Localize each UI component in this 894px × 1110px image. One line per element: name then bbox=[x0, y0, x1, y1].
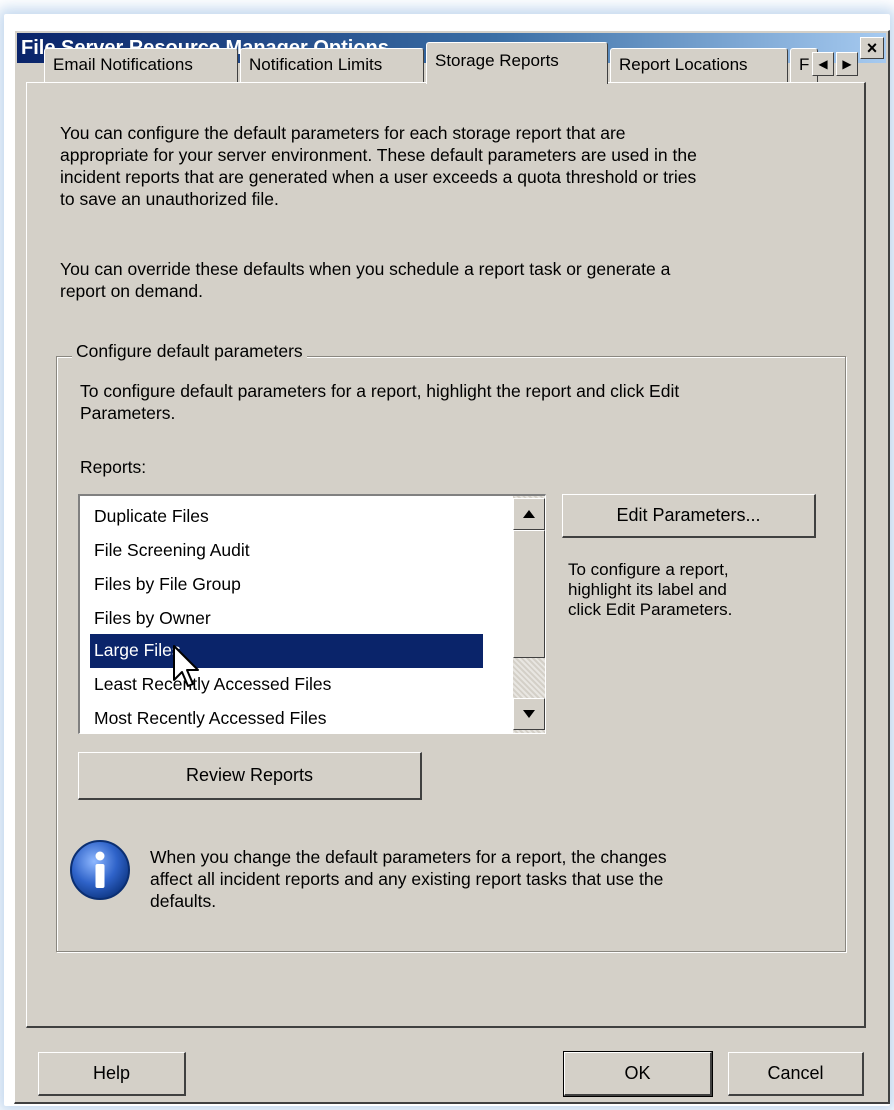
intro-line: incident reports that are generated when… bbox=[60, 167, 697, 187]
info-line: affect all incident reports and any exis… bbox=[150, 869, 664, 889]
tab-label: Notification Limits bbox=[249, 55, 383, 74]
edit-parameters-button[interactable]: Edit Parameters... bbox=[562, 494, 816, 538]
info-icon bbox=[70, 840, 130, 900]
tab-email-notifications[interactable]: Email Notifications bbox=[44, 48, 238, 82]
instruction-line: To configure default parameters for a re… bbox=[80, 381, 680, 401]
tab-label: Report Locations bbox=[619, 55, 748, 74]
reports-listbox[interactable]: Duplicate Files File Screening Audit Fil… bbox=[78, 494, 546, 734]
intro-line: You can configure the default parameters… bbox=[60, 123, 626, 143]
tab-scroll-left-button[interactable]: ◀ bbox=[812, 52, 834, 76]
list-item[interactable]: Least Recently Accessed Files bbox=[90, 668, 483, 702]
scroll-up-button[interactable] bbox=[513, 498, 545, 530]
list-item[interactable]: Files by Owner bbox=[90, 602, 483, 636]
override-line: report on demand. bbox=[60, 281, 204, 301]
instruction-line: Parameters. bbox=[80, 403, 176, 423]
override-text: You can override these defaults when you… bbox=[60, 258, 670, 302]
info-text: When you change the default parameters f… bbox=[150, 846, 667, 912]
tab-label: Email Notifications bbox=[53, 55, 193, 74]
hint-line: To configure a report, bbox=[568, 560, 729, 579]
info-line: When you change the default parameters f… bbox=[150, 847, 667, 867]
edit-hint: To configure a report, highlight its lab… bbox=[568, 560, 732, 620]
intro-line: appropriate for your server environment.… bbox=[60, 145, 697, 165]
list-item[interactable]: Most Recently Accessed Files bbox=[90, 702, 483, 733]
cancel-button[interactable]: Cancel bbox=[728, 1052, 864, 1096]
review-reports-button[interactable]: Review Reports bbox=[78, 752, 422, 800]
list-item[interactable]: Files by File Group bbox=[90, 568, 483, 602]
group-instruction: To configure default parameters for a re… bbox=[80, 380, 679, 424]
tab-label: Storage Reports bbox=[435, 51, 559, 70]
scroll-thumb[interactable] bbox=[513, 530, 545, 658]
tab-report-locations[interactable]: Report Locations bbox=[610, 48, 788, 82]
list-item[interactable]: Duplicate Files bbox=[90, 500, 483, 534]
hint-line: click Edit Parameters. bbox=[568, 600, 733, 619]
ok-button[interactable]: OK bbox=[563, 1051, 713, 1097]
help-button[interactable]: Help bbox=[38, 1052, 186, 1096]
tab-notification-limits[interactable]: Notification Limits bbox=[240, 48, 424, 82]
arrow-up-icon bbox=[523, 510, 535, 518]
tab-scroll-right-button[interactable]: ▶ bbox=[836, 52, 858, 76]
group-legend: Configure default parameters bbox=[72, 340, 307, 362]
hint-line: highlight its label and bbox=[568, 580, 727, 599]
scroll-down-button[interactable] bbox=[513, 698, 545, 730]
list-item[interactable]: File Screening Audit bbox=[90, 534, 483, 568]
close-icon: × bbox=[866, 38, 878, 58]
arrow-down-icon bbox=[523, 710, 535, 718]
mouse-cursor-icon bbox=[173, 645, 199, 687]
tab-label: F bbox=[799, 55, 810, 74]
reports-scrollbar[interactable] bbox=[513, 496, 545, 733]
override-line: You can override these defaults when you… bbox=[60, 259, 671, 279]
intro-text: You can configure the default parameters… bbox=[60, 122, 697, 210]
close-button[interactable]: × bbox=[860, 37, 884, 59]
arrow-left-icon: ◀ bbox=[818, 57, 828, 71]
tab-storage-reports[interactable]: Storage Reports bbox=[426, 42, 608, 84]
list-item-selected[interactable]: Large Files bbox=[90, 634, 483, 668]
info-line: defaults. bbox=[150, 891, 217, 911]
intro-line: to save an unauthorized file. bbox=[60, 189, 279, 209]
arrow-right-icon: ▶ bbox=[842, 57, 852, 71]
reports-label: Reports: bbox=[80, 457, 147, 477]
